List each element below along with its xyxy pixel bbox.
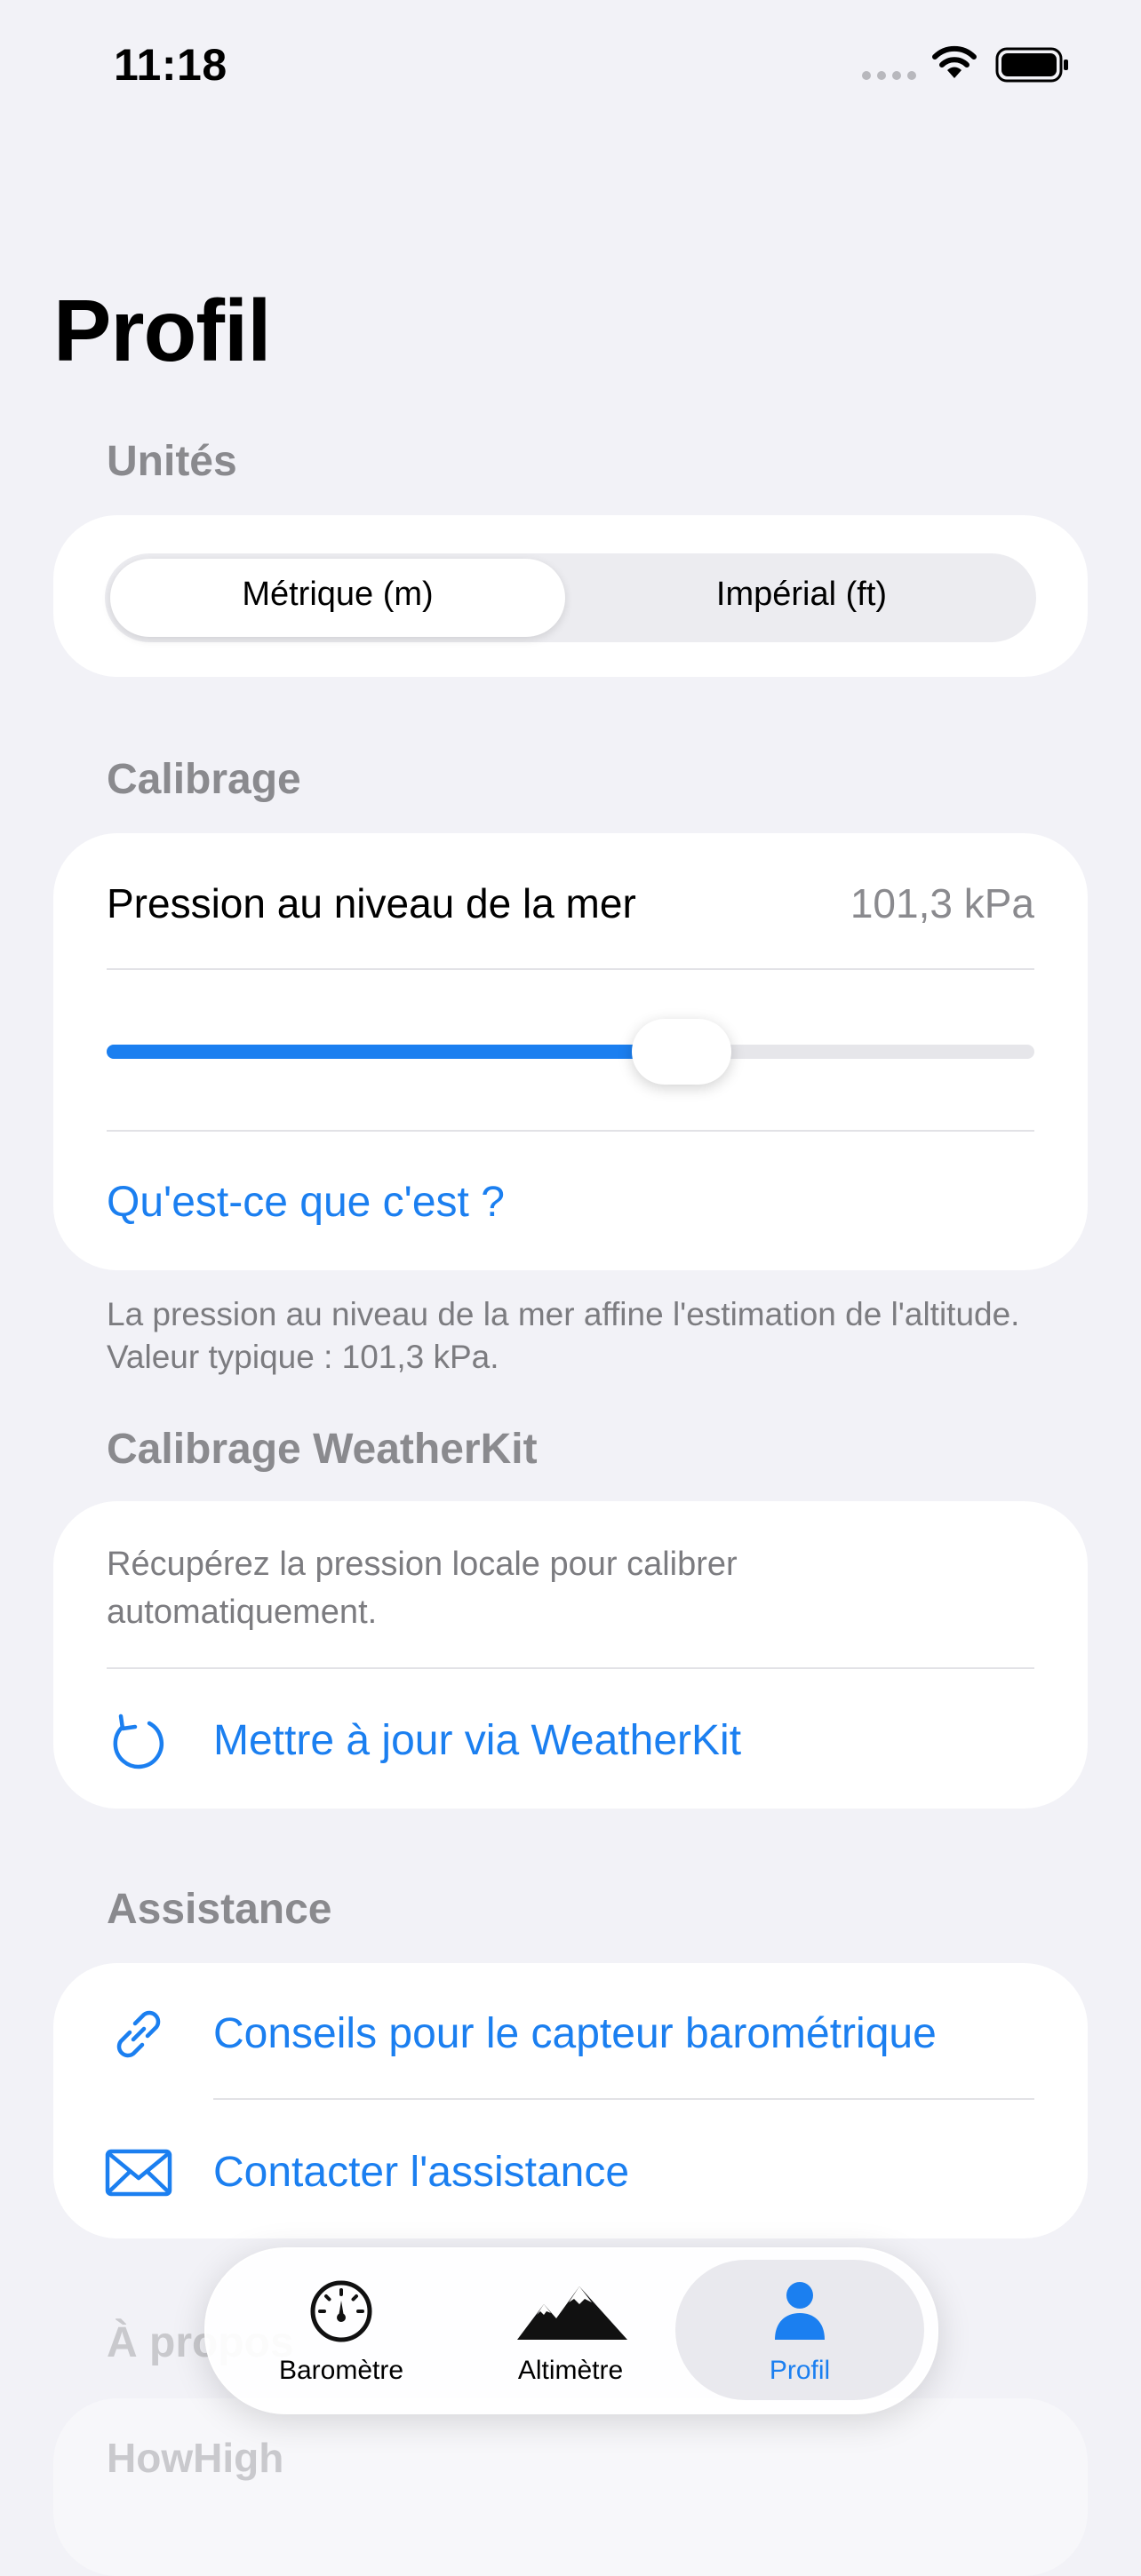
mail-icon xyxy=(105,2149,172,2197)
pressure-slider-thumb[interactable] xyxy=(632,1019,732,1085)
divider xyxy=(107,968,1034,970)
calibration-footnote: La pression au niveau de la mer affine l… xyxy=(107,1296,1020,1375)
battery-icon xyxy=(995,47,1068,83)
pressure-value: 101,3 kPa xyxy=(850,880,1034,926)
contact-support-link[interactable]: Contacter l'assistance xyxy=(213,2148,629,2197)
what-is-this-link[interactable]: Qu'est-ce que c'est ? xyxy=(107,1178,505,1227)
segment-metric[interactable]: Métrique (m) xyxy=(110,576,565,614)
pressure-slider-fill xyxy=(107,1045,682,1059)
calibration-section-header: Calibrage xyxy=(107,756,301,803)
mountains-icon xyxy=(517,2286,627,2340)
status-time: 11:18 xyxy=(114,40,227,90)
divider xyxy=(107,1130,1034,1132)
tab-barometer[interactable]: Baromètre xyxy=(243,2356,439,2386)
divider xyxy=(107,1667,1034,1669)
refresh-icon xyxy=(113,1713,164,1769)
barometer-tips-link[interactable]: Conseils pour le capteur barométrique xyxy=(213,2009,937,2058)
weatherkit-section-header: Calibrage WeatherKit xyxy=(107,1426,538,1473)
pressure-label: Pression au niveau de la mer xyxy=(107,880,636,926)
gauge-icon xyxy=(310,2280,372,2342)
support-card xyxy=(53,1963,1088,2238)
link-icon xyxy=(116,2010,161,2058)
divider xyxy=(213,2098,1034,2100)
tab-profile[interactable]: Profil xyxy=(702,2356,898,2386)
app-name: HowHigh xyxy=(107,2435,284,2481)
cellular-signal-icon xyxy=(862,71,916,80)
segment-imperial[interactable]: Impérial (ft) xyxy=(574,576,1029,614)
about-card xyxy=(53,2398,1088,2576)
page-title: Profil xyxy=(53,282,271,379)
weatherkit-description: Récupérez la pression locale pour calibr… xyxy=(107,1546,738,1631)
wifi-icon xyxy=(932,45,977,78)
update-weatherkit-button[interactable]: Mettre à jour via WeatherKit xyxy=(213,1716,741,1765)
support-section-header: Assistance xyxy=(107,1886,332,1933)
units-section-header: Unités xyxy=(107,438,237,485)
tab-altimeter[interactable]: Altimètre xyxy=(473,2356,668,2386)
person-icon xyxy=(775,2282,825,2340)
